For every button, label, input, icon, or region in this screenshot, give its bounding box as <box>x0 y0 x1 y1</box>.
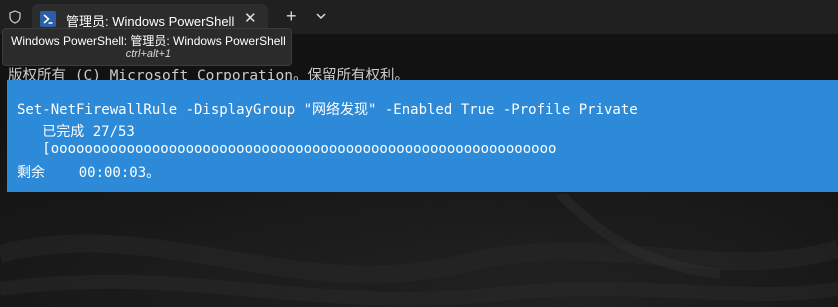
progress-bar: [ooooooooooooooooooooooooooooooooooooooo… <box>17 141 557 157</box>
chevron-down-icon[interactable] <box>313 8 329 24</box>
progress-command: Set-NetFirewallRule -DisplayGroup "网络发现"… <box>17 102 638 118</box>
terminal-window: 管理员: Windows PowerShell ✕ + 版权所有 (C) Mic… <box>0 0 838 307</box>
progress-remaining: 剩余 00:00:03。 <box>17 165 161 181</box>
progress-status: 已完成 27/53 <box>17 124 135 140</box>
shield-icon <box>9 10 21 24</box>
powershell-icon <box>40 11 56 27</box>
tooltip-shortcut: ctrl+alt+1 <box>125 48 171 60</box>
tab-tooltip: Windows PowerShell: 管理员: Windows PowerSh… <box>2 28 292 66</box>
background-swirl <box>0 194 838 306</box>
terminal-content[interactable]: 版权所有 (C) Microsoft Corporation。保留所有权利。 S… <box>0 34 838 307</box>
progress-block: Set-NetFirewallRule -DisplayGroup "网络发现"… <box>7 80 838 192</box>
close-icon[interactable]: ✕ <box>244 9 257 27</box>
tooltip-title: Windows PowerShell: 管理员: Windows PowerSh… <box>11 34 286 48</box>
new-tab-button[interactable]: + <box>286 6 297 27</box>
